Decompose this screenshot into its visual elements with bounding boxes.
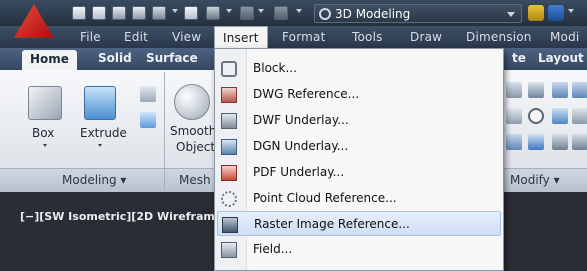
menu-item-label: Field... xyxy=(253,242,293,256)
title-bar: 3D Modeling xyxy=(0,0,587,38)
menu-item-label: Block... xyxy=(253,61,297,75)
menu-item-block[interactable]: Block... xyxy=(217,56,501,81)
redo-dropdown-icon[interactable] xyxy=(258,9,264,13)
application-menu-icon[interactable] xyxy=(14,4,54,38)
workspace-settings-icon[interactable] xyxy=(528,5,544,21)
point-cloud-icon xyxy=(221,191,237,207)
menu-edit[interactable]: Edit xyxy=(124,30,148,44)
stretch-icon[interactable] xyxy=(572,82,587,98)
menu-item-label: DGN Underlay... xyxy=(253,139,349,153)
scale-icon[interactable] xyxy=(552,108,568,124)
modeling-panel-label: Modeling ▾ xyxy=(62,173,127,187)
polysolid-icon[interactable] xyxy=(140,86,156,102)
menu-insert[interactable]: Insert xyxy=(214,26,268,48)
save-icon[interactable] xyxy=(112,6,126,20)
menu-dimension[interactable]: Dimension xyxy=(466,30,532,44)
dwg-reference-icon xyxy=(221,87,237,103)
dwf-underlay-icon xyxy=(221,113,237,129)
plot-preview-icon[interactable] xyxy=(152,6,166,20)
extrude-dropdown-icon[interactable] xyxy=(98,144,102,147)
title-extra-dropdown-icon[interactable] xyxy=(568,9,574,13)
menu-item-dgn-underlay[interactable]: DGN Underlay... xyxy=(217,134,501,159)
copy-icon[interactable] xyxy=(552,82,568,98)
save-as-icon[interactable] xyxy=(132,6,146,20)
menu-item-label: Point Cloud Reference... xyxy=(253,191,397,205)
menu-draw[interactable]: Draw xyxy=(410,30,442,44)
undo-icon[interactable] xyxy=(206,6,220,20)
tab-layout[interactable]: Layout xyxy=(538,51,584,65)
menu-item-label: PDF Underlay... xyxy=(253,165,345,179)
menu-bar: File Edit View Insert Format Tools Draw … xyxy=(0,26,587,48)
move-icon[interactable] xyxy=(506,82,522,98)
menu-tools[interactable]: Tools xyxy=(352,30,383,44)
menu-item-pdf-underlay[interactable]: PDF Underlay... xyxy=(217,160,501,185)
tab-partial[interactable]: te xyxy=(512,51,526,65)
pdf-underlay-icon xyxy=(221,165,237,181)
rotate-icon[interactable] xyxy=(506,108,522,124)
menu-item-point-cloud[interactable]: Point Cloud Reference... xyxy=(217,186,501,211)
fillet-icon[interactable] xyxy=(506,134,522,150)
align-icon[interactable] xyxy=(552,134,568,150)
open-file-icon[interactable] xyxy=(92,6,106,20)
menu-file[interactable]: File xyxy=(80,30,101,44)
mesh-panel-label: Mesh xyxy=(179,173,211,187)
menu-format[interactable]: Format xyxy=(282,30,326,44)
menu-view[interactable]: View xyxy=(172,30,201,44)
menu-modify[interactable]: Modi xyxy=(550,30,579,44)
menu-item-label: DWG Reference... xyxy=(253,87,360,101)
move-gizmo-icon[interactable] xyxy=(528,82,544,98)
dgn-underlay-icon xyxy=(221,139,237,155)
menu-item-dwg-reference[interactable]: DWG Reference... xyxy=(217,82,501,107)
plot-dropdown-icon[interactable] xyxy=(172,9,178,13)
menu-item-label: Raster Image Reference... xyxy=(254,217,410,231)
chevron-down-icon xyxy=(507,12,515,17)
raster-image-icon xyxy=(222,217,238,233)
tab-surface[interactable]: Surface xyxy=(146,51,198,65)
circle-icon[interactable] xyxy=(528,108,544,124)
field-icon xyxy=(221,242,237,258)
extrude-label[interactable]: Extrude xyxy=(80,126,127,140)
redo-icon[interactable] xyxy=(240,6,254,20)
smooth-label-line2[interactable]: Object xyxy=(176,140,215,154)
gear-icon xyxy=(319,8,331,20)
insert-menu: Block... DWG Reference... DWF Underlay..… xyxy=(214,48,504,271)
workspace-switcher[interactable]: 3D Modeling xyxy=(314,4,522,23)
box-label[interactable]: Box xyxy=(32,126,54,140)
block-icon xyxy=(221,61,237,77)
mesh-panel-title[interactable]: Mesh xyxy=(165,168,217,192)
extrude-icon[interactable] xyxy=(84,86,116,120)
box-icon[interactable] xyxy=(28,86,62,120)
modeling-panel-title[interactable]: Modeling ▾ xyxy=(0,168,164,192)
print-icon[interactable] xyxy=(184,6,198,20)
tab-solid[interactable]: Solid xyxy=(98,51,132,65)
mirror-icon[interactable] xyxy=(528,134,544,150)
presspull-icon[interactable] xyxy=(140,112,156,128)
menu-item-field[interactable]: Field... xyxy=(217,237,501,262)
modify-panel-title[interactable]: Modify ▾ xyxy=(500,168,587,192)
quick-access-dropdown-icon[interactable] xyxy=(296,9,302,13)
info-center-icon[interactable] xyxy=(548,5,564,21)
tab-home[interactable]: Home xyxy=(22,50,77,70)
viewport-controls-label[interactable]: [−][SW Isometric][2D Wireframe xyxy=(20,210,222,223)
workspace-label: 3D Modeling xyxy=(335,7,411,21)
menu-item-dwf-underlay[interactable]: DWF Underlay... xyxy=(217,108,501,133)
smooth-object-icon[interactable] xyxy=(174,84,210,120)
undo-dropdown-icon[interactable] xyxy=(226,9,232,13)
match-properties-icon[interactable] xyxy=(274,6,288,20)
box-dropdown-icon[interactable] xyxy=(43,144,47,147)
menu-item-label: DWF Underlay... xyxy=(253,113,349,127)
offset-icon[interactable] xyxy=(572,134,587,150)
new-file-icon[interactable] xyxy=(72,6,86,20)
array-icon[interactable] xyxy=(572,108,587,124)
modify-panel-label: Modify ▾ xyxy=(510,173,560,187)
menu-item-raster-image[interactable]: Raster Image Reference... xyxy=(217,211,501,236)
smooth-label-line1[interactable]: Smooth xyxy=(170,124,216,138)
